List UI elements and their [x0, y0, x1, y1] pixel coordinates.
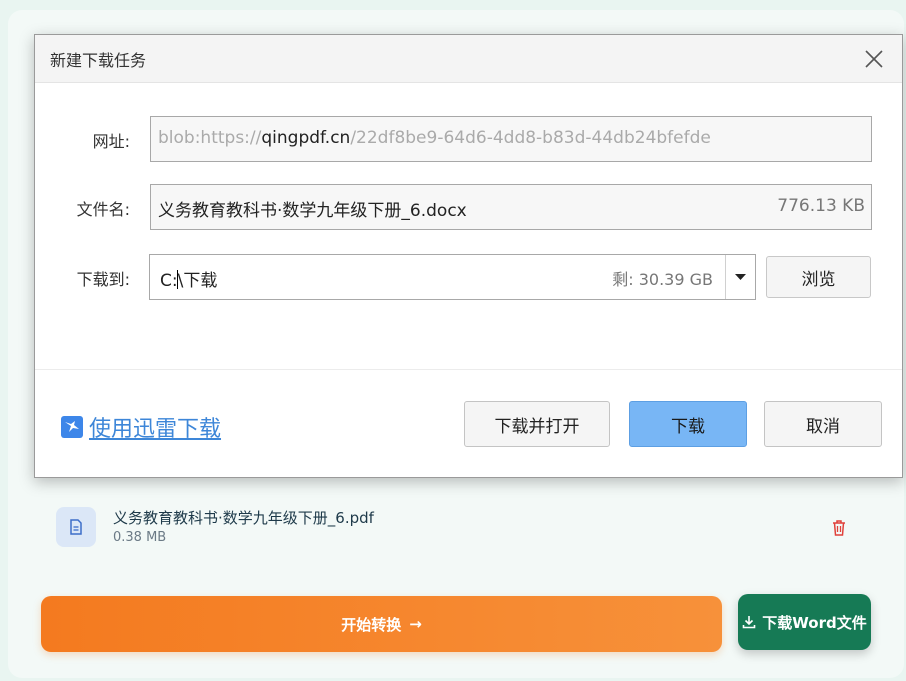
- document-icon: [56, 507, 96, 547]
- download-button[interactable]: 下载: [629, 401, 747, 447]
- saveto-label: 下载到:: [76, 270, 130, 289]
- saveto-field[interactable]: C:\下载 剩: 30.39 GB: [149, 254, 756, 300]
- filename-field[interactable]: 义务教育教科书·数学九年级下册_6.docx 776.13 KB: [150, 184, 872, 230]
- chevron-down-icon[interactable]: [725, 255, 755, 299]
- thunder-link-label: 使用迅雷下载: [89, 417, 222, 442]
- start-convert-button[interactable]: 开始转换 →: [41, 596, 722, 652]
- download-icon: [742, 616, 756, 629]
- new-download-dialog: 新建下载任务 网址: blob:https://qingpdf.cn/22df8…: [34, 34, 903, 478]
- file-name: 义务教育教科书·数学九年级下册_6.pdf: [113, 509, 374, 527]
- download-word-label: 下载Word文件: [762, 613, 867, 632]
- file-size: 0.38 MB: [113, 530, 167, 545]
- free-space-value: 剩: 30.39 GB: [612, 270, 713, 289]
- file-size-value: 776.13 KB: [777, 196, 865, 216]
- saveto-value: C:\下载: [160, 270, 218, 291]
- filename-label: 文件名:: [76, 200, 130, 219]
- thunder-icon: [61, 416, 83, 438]
- start-convert-label: 开始转换: [341, 615, 402, 634]
- thunder-download-link[interactable]: 使用迅雷下载: [61, 411, 221, 443]
- url-label: 网址:: [92, 132, 130, 151]
- arrow-right-icon: →: [409, 615, 422, 633]
- file-list-item: 义务教育教科书·数学九年级下册_6.pdf 0.38 MB: [56, 505, 856, 555]
- download-and-open-button[interactable]: 下载并打开: [464, 401, 610, 447]
- cancel-button[interactable]: 取消: [764, 401, 882, 447]
- url-field[interactable]: blob:https://qingpdf.cn/22df8be9-64d6-4d…: [150, 116, 872, 162]
- close-icon[interactable]: [864, 49, 884, 69]
- dialog-titlebar: 新建下载任务: [35, 35, 902, 83]
- download-word-button[interactable]: 下载Word文件: [738, 594, 871, 650]
- filename-value: 义务教育教科书·数学九年级下册_6.docx: [158, 201, 467, 221]
- dialog-divider: [35, 369, 902, 370]
- browse-button[interactable]: 浏览: [766, 256, 871, 298]
- dialog-title: 新建下载任务: [50, 51, 147, 70]
- url-value: blob:https://qingpdf.cn/22df8be9-64d6-4d…: [158, 128, 711, 148]
- trash-icon[interactable]: [831, 519, 847, 537]
